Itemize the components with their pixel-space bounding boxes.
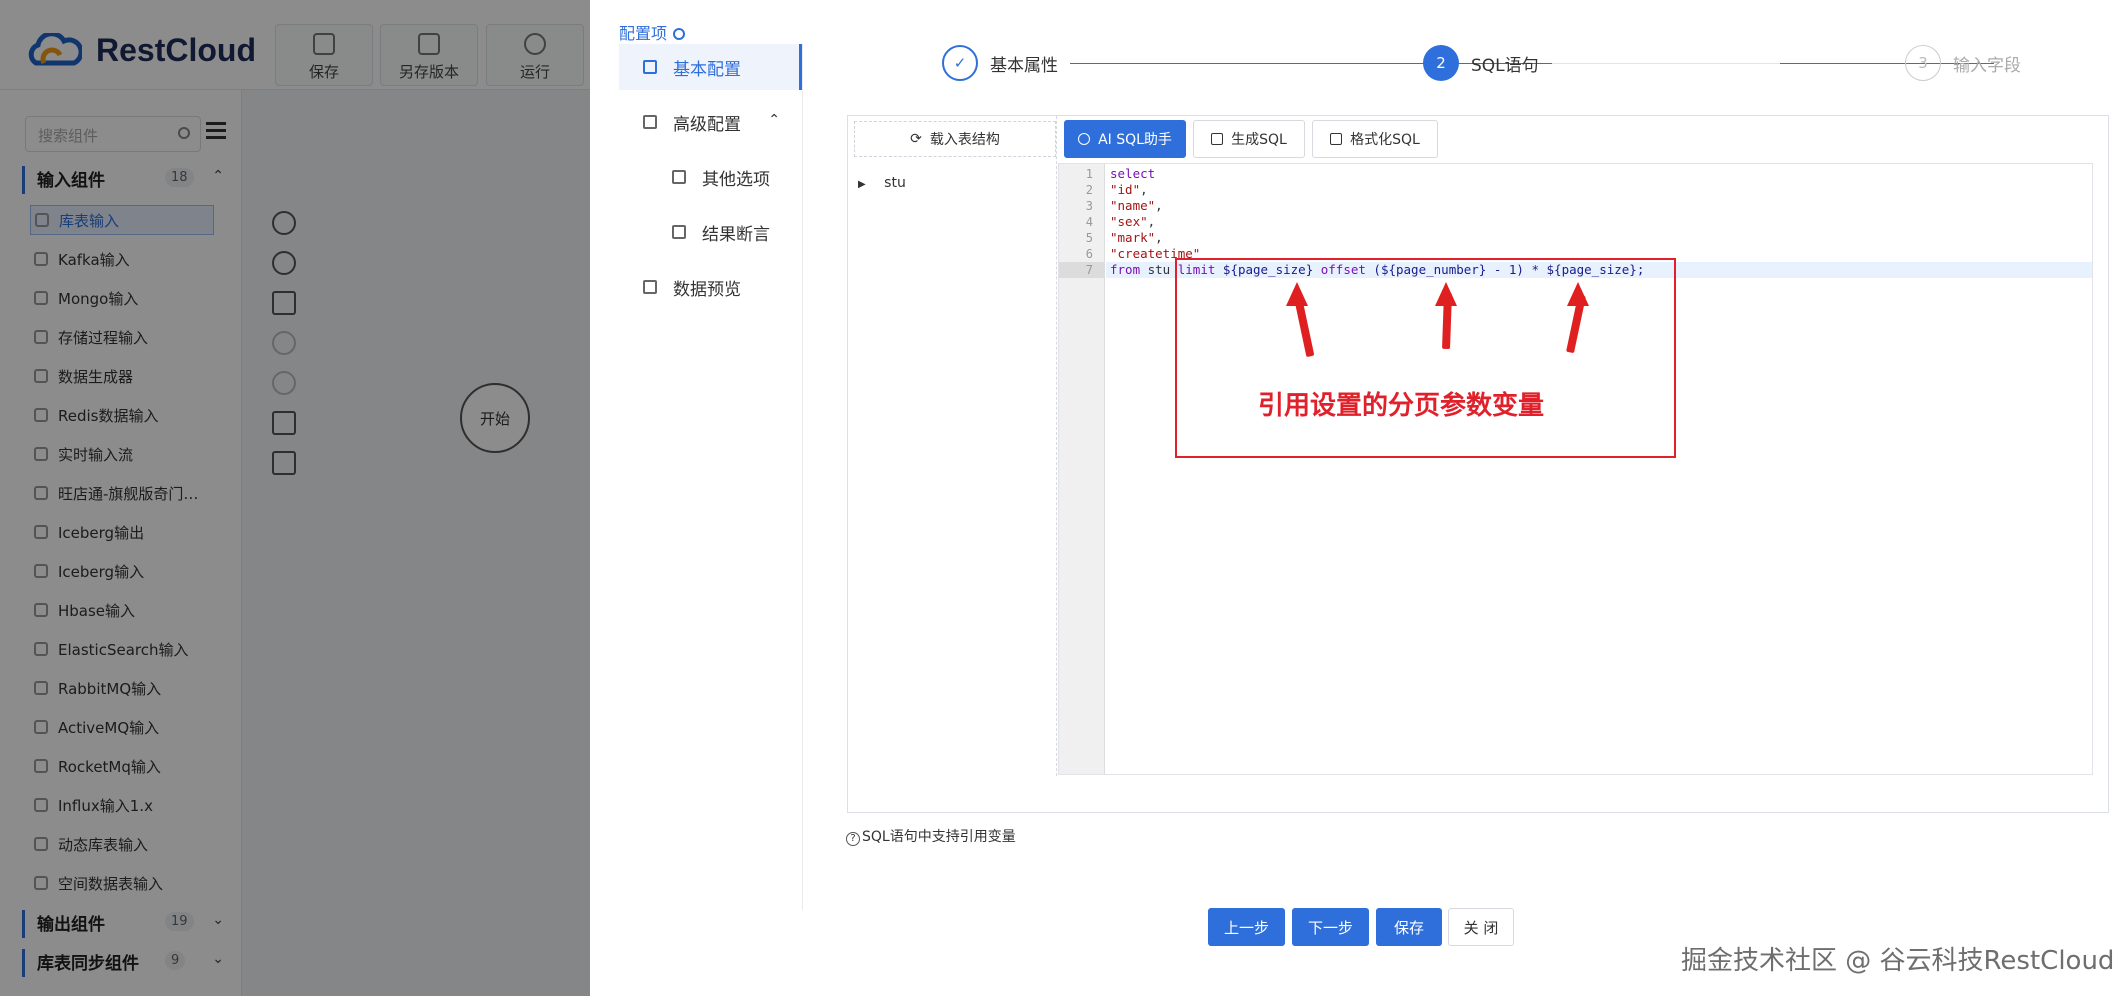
code-token: "sex" [1110,214,1148,229]
line-number: 1 [1085,167,1093,181]
watermark: 掘金技术社区 @ 谷云科技RestCloud [1681,946,2115,976]
hint-text: SQL语句中支持引用变量 [862,829,1016,845]
line-number: 5 [1085,231,1093,245]
generate-sql-button[interactable]: 生成SQL [1193,120,1305,158]
config-title: 配置项 [619,20,686,44]
line-number: 4 [1085,215,1093,229]
format-sql-label: 格式化SQL [1350,132,1420,148]
step-basic-properties[interactable]: ✓ 基本属性 [942,45,1058,81]
nav-divider [802,44,803,910]
line-number: 3 [1085,199,1093,213]
step-connector-todo [1552,63,1780,64]
code-line: "mark", [1110,230,1163,246]
code-token: , [1155,230,1163,245]
step-label: SQL语句 [1471,55,1539,76]
arrowheads [1286,282,1589,306]
prev-step-button[interactable]: 上一步 [1208,908,1285,946]
nav-label: 结果断言 [702,224,770,245]
nav-basic-config[interactable]: 基本配置 [619,44,802,90]
close-button[interactable]: 关 闭 [1448,908,1514,946]
code-token: "name" [1110,198,1156,213]
code-token: , [1140,182,1148,197]
grid-icon [643,60,657,74]
format-icon [1330,133,1343,145]
nav-data-preview[interactable]: 数据预览 [619,264,802,310]
code-token: stu [1140,262,1178,277]
grid-icon [672,225,686,239]
target-icon [673,28,686,40]
ai-assistant-label: AI SQL助手 [1098,132,1172,148]
code-line: "sex", [1110,214,1155,230]
line-number: 6 [1085,247,1093,261]
format-sql-button[interactable]: 格式化SQL [1312,120,1438,158]
step-input-fields[interactable]: 3 输入字段 [1905,45,2021,81]
step-number: 2 [1423,45,1459,81]
line-number: 2 [1085,183,1093,197]
ai-sql-assistant-button[interactable]: AI SQL助手 [1064,120,1186,158]
nav-result-assertion[interactable]: 结果断言 [619,209,802,255]
nav-label: 其他选项 [702,169,770,190]
code-token: "id" [1110,182,1141,197]
code-token: select [1110,166,1156,181]
sql-hint: ? SQL语句中支持引用变量 [846,826,1016,846]
help-icon: ? [846,832,860,846]
tree-item-label: stu [884,175,906,191]
code-line: select [1110,166,1155,182]
sql-code-editor[interactable]: 1 2 3 4 5 6 7 select "id", "name", "sex"… [1058,163,2093,775]
code-token: , [1155,198,1163,213]
grid-icon [672,170,686,184]
next-step-button[interactable]: 下一步 [1292,908,1369,946]
save-button[interactable]: 保存 [1376,908,1442,946]
chevron-up-icon: ⌃ [768,112,780,128]
cube-icon [643,115,657,129]
config-title-text: 配置项 [619,24,668,43]
annotation-text: 引用设置的分页参数变量 [1258,391,1545,421]
step-number: 3 [1905,45,1941,81]
load-structure-label: 载入表结构 [929,132,1000,148]
code-line: "id", [1110,182,1148,198]
table-tree-item[interactable]: ▶ stu [858,175,906,191]
code-token: , [1147,214,1156,229]
table-icon [643,280,657,294]
nav-label: 基本配置 [673,59,741,80]
ai-icon [1078,133,1091,145]
config-drawer: 配置项 基本配置 高级配置 ⌃ 其他选项 结果断言 数据预览 ✓ 基本属性 2 … [590,0,2117,996]
nav-other-options[interactable]: 其他选项 [619,154,802,200]
step-label: 基本属性 [990,55,1058,76]
check-icon: ✓ [942,45,978,81]
nav-label: 数据预览 [673,279,741,300]
line-number: 7 [1059,262,1105,278]
code-token: from [1110,262,1141,277]
generate-sql-label: 生成SQL [1231,132,1287,148]
nav-label: 高级配置 [673,114,741,135]
caret-right-icon: ▶ [858,179,866,190]
step-sql-statement[interactable]: 2 SQL语句 [1423,45,1539,81]
generate-icon [1211,133,1224,145]
refresh-icon: ⟳ [910,131,922,147]
code-token: "mark" [1110,230,1156,245]
nav-advanced-config[interactable]: 高级配置 ⌃ [619,99,802,145]
load-table-structure-button[interactable]: ⟳ 载入表结构 [854,121,1056,157]
tree-divider [1056,116,1057,776]
code-line: "name", [1110,198,1163,214]
step-label: 输入字段 [1953,55,2021,76]
